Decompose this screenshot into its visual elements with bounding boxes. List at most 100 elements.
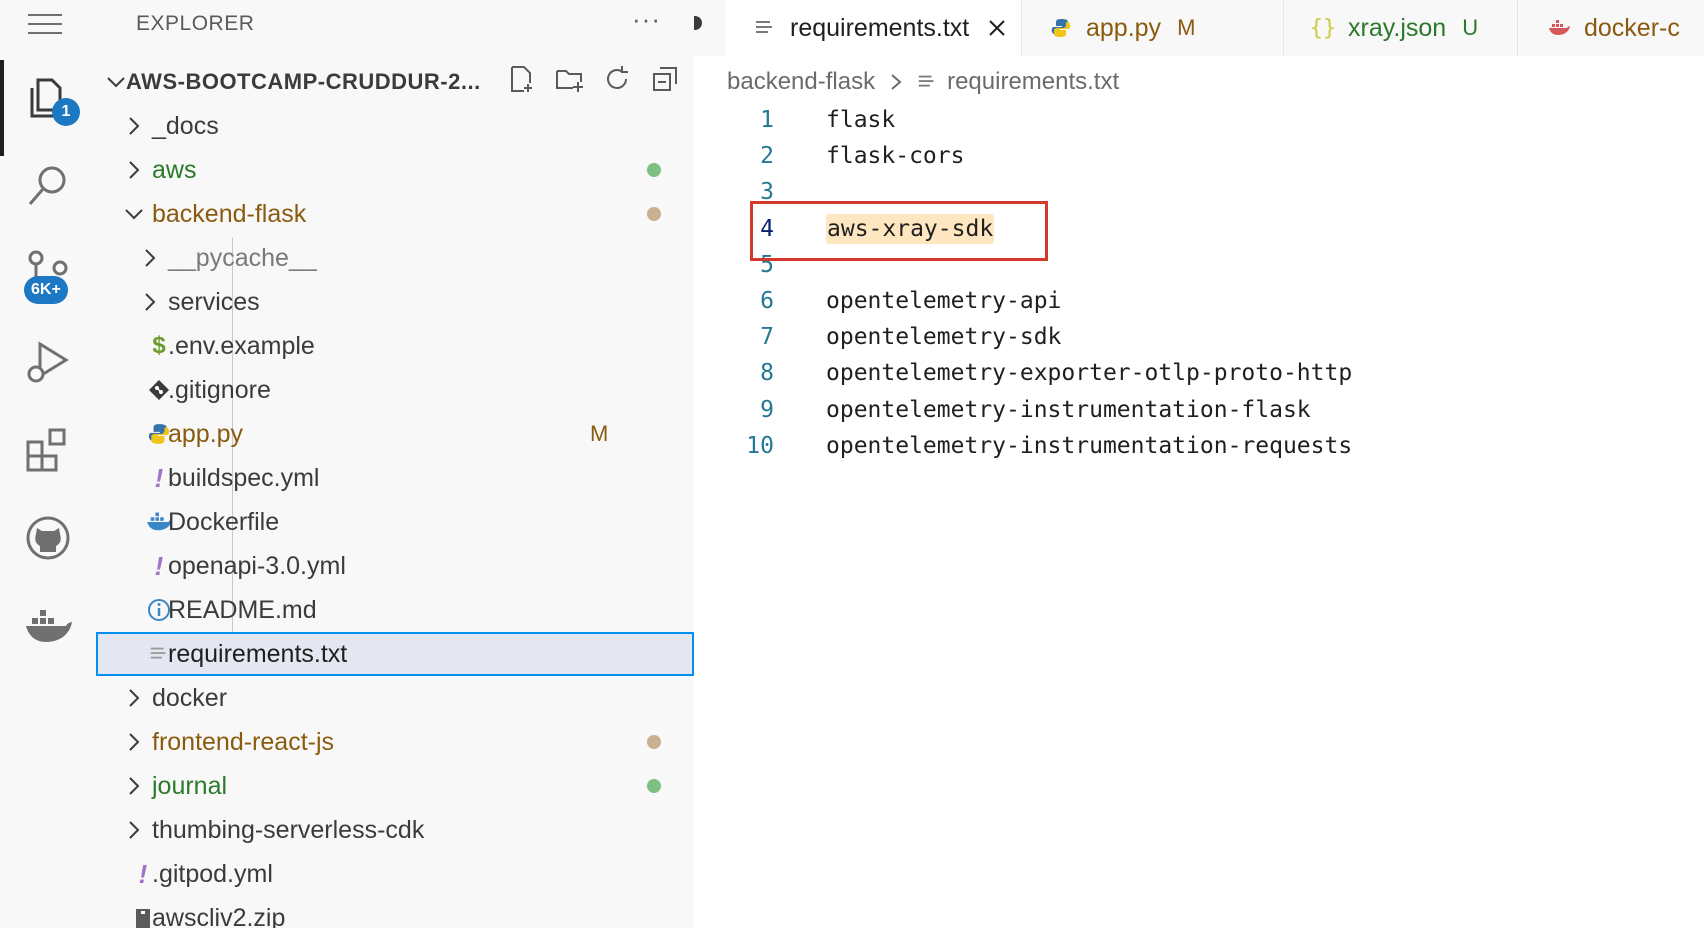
modified-badge: M (1177, 15, 1196, 40)
explorer-title: EXPLORER (136, 12, 255, 35)
new-folder-icon[interactable] (554, 64, 584, 94)
code-line[interactable]: 7 opentelemetry-sdk (694, 321, 1704, 357)
run-debug-icon (27, 341, 69, 383)
tree-file-item[interactable]: README.md (96, 588, 694, 632)
tree-item-label: app.py (168, 419, 244, 448)
text-file-icon (754, 17, 776, 39)
tree-folder-item[interactable]: services (96, 280, 694, 324)
github-icon (26, 516, 70, 560)
extensions-icon (26, 428, 66, 472)
tree-item-label: buildspec.yml (168, 463, 320, 492)
search-icon (28, 166, 66, 205)
chevron-right-icon (129, 821, 140, 839)
docker-activity-button[interactable] (0, 586, 96, 666)
chevron-down-icon (107, 77, 125, 88)
tree-folder-item[interactable]: docker (96, 676, 694, 720)
explorer-sidebar: EXPLORER ··· AWS-BOOTCAMP-CRUDDUR-2... _… (96, 0, 694, 928)
tree-item-label: .env.example (168, 331, 315, 360)
editor-area: requirements.txt app.py M {} xray.json U… (694, 0, 1704, 928)
tree-file-item[interactable]: .gitignore (96, 368, 694, 412)
chevron-down-icon (125, 209, 143, 220)
tree-folder-item[interactable]: _docs (96, 104, 694, 148)
chevron-right-icon (145, 249, 156, 267)
run-debug-activity-button[interactable] (0, 322, 96, 402)
change-indicator-dot (647, 735, 661, 749)
line-text: opentelemetry-api (826, 288, 1062, 314)
chevron-right-icon (129, 689, 140, 707)
tree-file-item[interactable]: requirements.txt (96, 632, 694, 676)
new-file-icon[interactable] (506, 64, 536, 94)
tree-file-item[interactable]: ! openapi-3.0.yml (96, 544, 694, 588)
tab-docker-compose[interactable]: docker-c (1518, 0, 1704, 56)
tree-folder-item[interactable]: __pycache__ (96, 236, 694, 280)
untracked-badge: U (1462, 15, 1479, 40)
chevron-right-icon (129, 777, 140, 795)
tree-item-label: services (168, 287, 260, 316)
chevron-right-icon (145, 293, 156, 311)
scm-badge: 6K+ (24, 276, 68, 304)
extensions-activity-button[interactable] (0, 410, 96, 490)
tab-label: app.py (1086, 13, 1162, 42)
json-icon: {} (1309, 15, 1337, 41)
line-number: 10 (746, 432, 774, 459)
tree-file-item[interactable]: Dockerfile (96, 500, 694, 544)
close-icon[interactable] (987, 18, 1007, 38)
tree-file-item[interactable]: app.py M (96, 412, 694, 456)
code-line[interactable]: 2 flask-cors (694, 140, 1704, 176)
search-activity-button[interactable] (0, 146, 96, 226)
tree-item-label: _docs (152, 111, 219, 140)
collapse-all-icon[interactable] (650, 64, 680, 94)
code-line[interactable]: 1 flask (694, 104, 1704, 140)
breadcrumb: backend-flask requirements.txt (727, 64, 1119, 100)
scroll-indicator (694, 16, 702, 30)
explorer-activity-button[interactable]: 1 (0, 60, 96, 140)
chevron-right-icon (891, 74, 902, 90)
code-line[interactable]: 9 opentelemetry-instrumentation-flask (694, 394, 1704, 430)
highlight-annotation-box (750, 201, 1048, 261)
explorer-badge: 1 (52, 98, 80, 126)
chevron-right-icon (129, 117, 140, 135)
tab-requirements[interactable]: requirements.txt (726, 0, 1022, 56)
line-text: opentelemetry-exporter-otlp-proto-http (826, 360, 1353, 387)
tree-file-item[interactable]: $ .env.example (96, 324, 694, 368)
code-line[interactable]: 10 opentelemetry-instrumentation-requests (694, 430, 1704, 466)
activity-bar: 1 6K+ (0, 0, 96, 928)
tree-folder-item[interactable]: backend-flask (96, 192, 694, 236)
menu-icon[interactable] (28, 12, 62, 34)
tree-item-label: thumbing-serverless-cdk (152, 815, 425, 844)
tree-item-label: __pycache__ (168, 243, 317, 272)
more-actions-icon[interactable]: ··· (632, 4, 661, 35)
docker-icon (26, 610, 72, 642)
tree-item-label: aws (152, 155, 197, 184)
tree-file-item[interactable]: ! buildspec.yml (96, 456, 694, 500)
tree-file-item[interactable]: awscliv2.zip (96, 896, 694, 928)
chevron-right-icon (129, 161, 140, 179)
line-number: 2 (760, 143, 774, 170)
line-number: 8 (760, 360, 774, 387)
line-number: 1 (760, 107, 774, 133)
line-text: flask (826, 107, 896, 133)
tree-folder-item[interactable]: journal (96, 764, 694, 808)
code-line[interactable]: 6 opentelemetry-api (694, 285, 1704, 321)
tree-folder-item[interactable]: thumbing-serverless-cdk (96, 808, 694, 852)
tree-item-label: backend-flask (152, 199, 307, 228)
chevron-right-icon (129, 733, 140, 751)
modified-badge: M (590, 421, 609, 446)
tab-xray-json[interactable]: {} xray.json U (1284, 0, 1518, 56)
code-line[interactable]: 8 opentelemetry-exporter-otlp-proto-http (694, 357, 1704, 393)
tree-item-label: .gitignore (168, 375, 271, 404)
tree-folder-item[interactable]: aws (96, 148, 694, 192)
tab-label: xray.json (1348, 13, 1447, 42)
line-text: flask-cors (826, 143, 965, 170)
breadcrumb-folder[interactable]: backend-flask (727, 68, 875, 96)
breadcrumb-file[interactable]: requirements.txt (947, 68, 1119, 96)
tab-app-py[interactable]: app.py M (1022, 0, 1284, 56)
explorer-actions (506, 64, 680, 94)
tree-folder-item[interactable]: frontend-react-js (96, 720, 694, 764)
tree-file-item[interactable]: ! .gitpod.yml (96, 852, 694, 896)
github-activity-button[interactable] (0, 498, 96, 578)
source-control-activity-button[interactable]: 6K+ (0, 234, 96, 314)
tree-item-label: Dockerfile (168, 507, 280, 536)
refresh-icon[interactable] (602, 64, 632, 94)
line-text: opentelemetry-instrumentation-flask (826, 396, 1311, 423)
